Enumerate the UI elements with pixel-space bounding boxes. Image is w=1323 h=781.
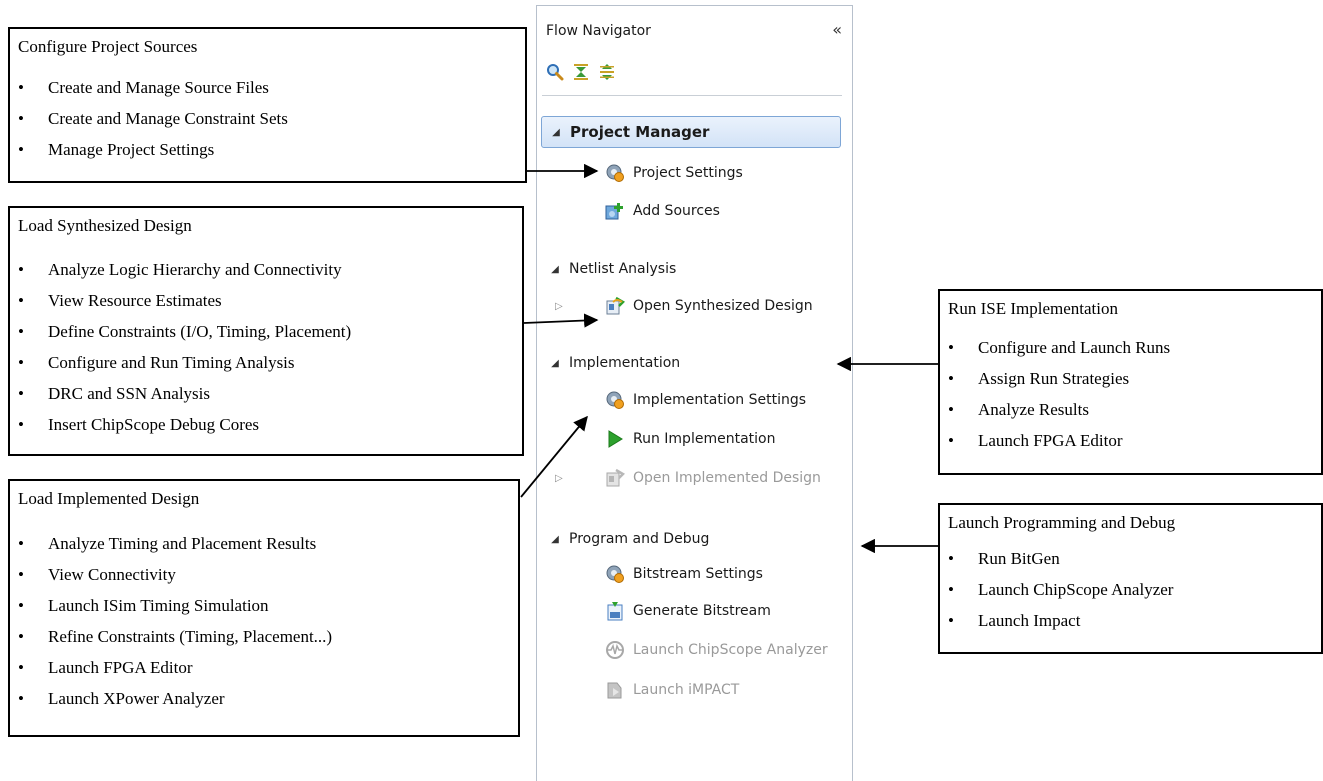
callout-load-implemented-design: Load Implemented Design Analyze Timing a… (8, 479, 520, 737)
section-label: Implementation (569, 355, 681, 371)
play-icon (605, 429, 625, 449)
gear-icon (605, 564, 625, 584)
callout-bullet-list: Analyze Timing and Placement Results Vie… (18, 528, 514, 714)
callout-bullet: Create and Manage Source Files (18, 72, 521, 103)
collapse-triangle-icon[interactable]: ◢ (542, 127, 570, 138)
search-icon[interactable] (545, 62, 565, 82)
collapse-triangle-icon[interactable]: ◢ (541, 534, 569, 545)
nav-item-open-implemented-design[interactable]: ▷ Open Implemented Design (555, 466, 821, 490)
callout-bullet: View Resource Estimates (18, 285, 518, 316)
expand-triangle-icon[interactable]: ▷ (555, 473, 563, 484)
callout-bullet: Insert ChipScope Debug Cores (18, 409, 518, 440)
callout-bullet: Analyze Timing and Placement Results (18, 528, 514, 559)
callout-title: Configure Project Sources (18, 37, 198, 56)
callout-load-synthesized-design: Load Synthesized Design Analyze Logic Hi… (8, 206, 524, 456)
callout-bullet: Launch FPGA Editor (948, 425, 1317, 456)
callout-bullet: Define Constraints (I/O, Timing, Placeme… (18, 316, 518, 347)
collapse-panel-button[interactable]: « (832, 20, 842, 39)
nav-item-label: Launch ChipScope Analyzer (633, 642, 828, 658)
flow-navigator-panel: Flow Navigator « ◢ Project Manager Proje… (536, 5, 853, 781)
nav-item-label: Add Sources (633, 203, 720, 219)
navigator-toolbar (545, 62, 617, 82)
expand-all-icon[interactable] (597, 62, 617, 82)
section-label: Program and Debug (569, 531, 710, 547)
nav-item-open-synthesized-design[interactable]: ▷ Open Synthesized Design (555, 294, 813, 318)
section-project-manager[interactable]: ◢ Project Manager (541, 116, 841, 148)
callout-bullet-list: Analyze Logic Hierarchy and Connectivity… (18, 254, 518, 440)
gear-icon (605, 163, 625, 183)
open-design-icon (605, 296, 625, 316)
callout-title: Load Implemented Design (18, 489, 200, 508)
nav-item-label: Open Implemented Design (633, 470, 821, 486)
callout-bullet: Analyze Results (948, 394, 1317, 425)
expand-triangle-icon[interactable]: ▷ (555, 301, 563, 312)
callout-title: Launch Programming and Debug (948, 513, 1176, 532)
nav-item-label: Bitstream Settings (633, 566, 763, 582)
nav-item-label: Project Settings (633, 165, 743, 181)
section-netlist-analysis[interactable]: ◢ Netlist Analysis (541, 253, 841, 285)
callout-bullet: Configure and Run Timing Analysis (18, 347, 518, 378)
nav-item-label: Open Synthesized Design (633, 298, 813, 314)
callout-bullet: Launch Impact (948, 605, 1317, 636)
callout-bullet: Refine Constraints (Timing, Placement...… (18, 621, 514, 652)
impact-icon (605, 680, 625, 700)
callout-bullet: Analyze Logic Hierarchy and Connectivity (18, 254, 518, 285)
callout-configure-project-sources: Configure Project Sources Create and Man… (8, 27, 527, 183)
collapse-triangle-icon[interactable]: ◢ (541, 358, 569, 369)
nav-item-label: Run Implementation (633, 431, 776, 447)
callout-run-ise-implementation: Run ISE Implementation Configure and Lau… (938, 289, 1323, 475)
section-label: Project Manager (570, 123, 710, 141)
callout-bullet: View Connectivity (18, 559, 514, 590)
gear-icon (605, 390, 625, 410)
nav-item-label: Launch iMPACT (633, 682, 740, 698)
callout-bullet: DRC and SSN Analysis (18, 378, 518, 409)
callout-bullet-list: Create and Manage Source Files Create an… (18, 72, 521, 165)
callout-bullet-list: Configure and Launch Runs Assign Run Str… (948, 332, 1317, 456)
bitstream-icon (605, 601, 625, 621)
callout-bullet: Manage Project Settings (18, 134, 521, 165)
add-sources-icon (605, 201, 625, 221)
nav-item-project-settings[interactable]: Project Settings (605, 161, 743, 185)
collapse-all-icon[interactable] (571, 62, 591, 82)
nav-item-label: Implementation Settings (633, 392, 807, 408)
callout-bullet: Launch FPGA Editor (18, 652, 514, 683)
callout-bullet-list: Run BitGen Launch ChipScope Analyzer Lau… (948, 543, 1317, 636)
nav-item-launch-impact[interactable]: Launch iMPACT (605, 678, 739, 702)
callout-bullet: Create and Manage Constraint Sets (18, 103, 521, 134)
callout-bullet: Launch ISim Timing Simulation (18, 590, 514, 621)
open-design-icon (605, 468, 625, 488)
callout-title: Load Synthesized Design (18, 216, 192, 235)
nav-item-bitstream-settings[interactable]: Bitstream Settings (605, 562, 763, 586)
callout-bullet: Assign Run Strategies (948, 363, 1317, 394)
toolbar-divider (542, 95, 842, 96)
nav-item-implementation-settings[interactable]: Implementation Settings (605, 388, 806, 412)
callout-bullet: Launch XPower Analyzer (18, 683, 514, 714)
chipscope-icon (605, 640, 625, 660)
nav-item-add-sources[interactable]: Add Sources (605, 199, 720, 223)
callout-bullet: Launch ChipScope Analyzer (948, 574, 1317, 605)
callout-launch-programming-debug: Launch Programming and Debug Run BitGen … (938, 503, 1323, 654)
callout-bullet: Run BitGen (948, 543, 1317, 574)
callout-title: Run ISE Implementation (948, 299, 1118, 318)
nav-item-label: Generate Bitstream (633, 603, 771, 619)
panel-title: Flow Navigator (546, 23, 651, 39)
section-implementation[interactable]: ◢ Implementation (541, 347, 841, 379)
callout-bullet: Configure and Launch Runs (948, 332, 1317, 363)
collapse-triangle-icon[interactable]: ◢ (541, 264, 569, 275)
nav-item-run-implementation[interactable]: Run Implementation (605, 427, 775, 451)
nav-item-launch-chipscope-analyzer[interactable]: Launch ChipScope Analyzer (605, 638, 828, 662)
section-label: Netlist Analysis (569, 261, 677, 277)
nav-item-generate-bitstream[interactable]: Generate Bitstream (605, 599, 771, 623)
section-program-and-debug[interactable]: ◢ Program and Debug (541, 523, 841, 555)
